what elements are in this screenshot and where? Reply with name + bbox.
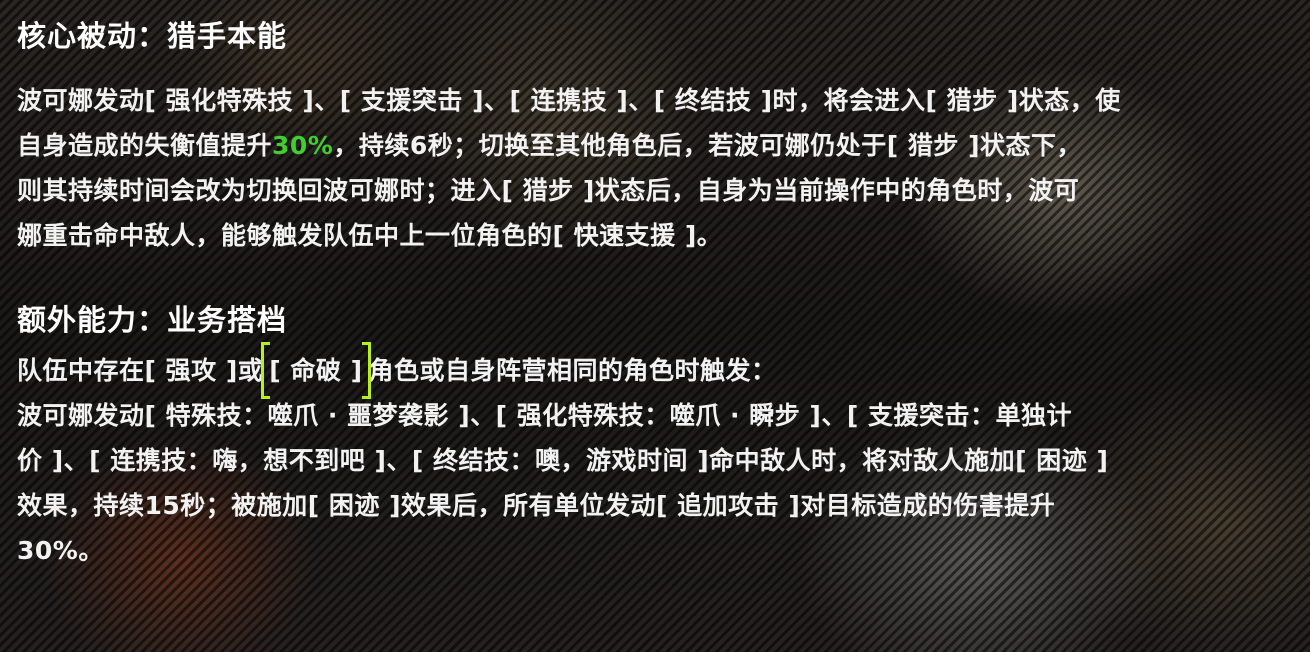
stagger-bonus-value: 30% [272, 131, 334, 160]
core-passive-title: 核心被动：猎手本能 [17, 19, 288, 53]
skill-description-panel: 核心被动：猎手本能 波可娜发动[ 强化特殊技 ]、[ 支援突击 ]、[ 连携技 … [17, 14, 1287, 573]
additional-ability-line-4: 效果，持续15秒；被施加[ 困迹 ]效果后，所有单位发动[ 追加攻击 ]对目标造… [17, 491, 1056, 520]
additional-ability-line-5: 30%。 [17, 536, 104, 565]
additional-ability-line-1-text-a: 队伍中存在[ 强攻 ]或 [17, 356, 264, 385]
core-passive-line-3: 则其持续时间会改为切换回波可娜时；进入[ 猎步 ]状态后，自身为当前操作中的角色… [17, 176, 1080, 205]
core-passive-line-2-text-b: ，持续6秒；切换至其他角色后，若波可娜仍处于[ 猎步 ]状态下， [333, 131, 1083, 160]
additional-ability-line-1-text-b: 角色或自身阵营相同的角色时触发： [368, 356, 777, 385]
core-passive-line-2-text-a: 自身造成的失衡值提升 [17, 131, 273, 160]
core-passive-line-2: 自身造成的失衡值提升30%，持续6秒；切换至其他角色后，若波可娜仍处于[ 猎步 … [17, 123, 1287, 168]
additional-ability-line-2: 波可娜发动[ 特殊技：噬爪 · 噩梦袭影 ]、[ 强化特殊技：噬爪 · 瞬步 ]… [17, 401, 1072, 430]
additional-ability-line-3: 价 ]、[ 连携技：嗨，想不到吧 ]、[ 终结技：噢，游戏时间 ]命中敌人时，将… [17, 446, 1109, 475]
core-passive-line-1: 波可娜发动[ 强化特殊技 ]、[ 支援突击 ]、[ 连携技 ]、[ 终结技 ]时… [17, 86, 1121, 115]
additional-ability-line-1: 队伍中存在[ 强攻 ]或[ 命破 ] 角色或自身阵营相同的角色时触发： [17, 342, 1287, 399]
anomaly-keyword-link[interactable]: [ 命破 ] [261, 342, 371, 399]
core-passive-description: 波可娜发动[ 强化特殊技 ]、[ 支援突击 ]、[ 连携技 ]、[ 终结技 ]时… [17, 78, 1287, 258]
core-passive-line-4: 娜重击命中敌人，能够触发队伍中上一位角色的[ 快速支援 ]。 [17, 221, 723, 250]
additional-ability-title: 额外能力：业务搭档 [17, 303, 288, 337]
additional-ability-description: 队伍中存在[ 强攻 ]或[ 命破 ] 角色或自身阵营相同的角色时触发： 波可娜发动… [17, 342, 1287, 573]
